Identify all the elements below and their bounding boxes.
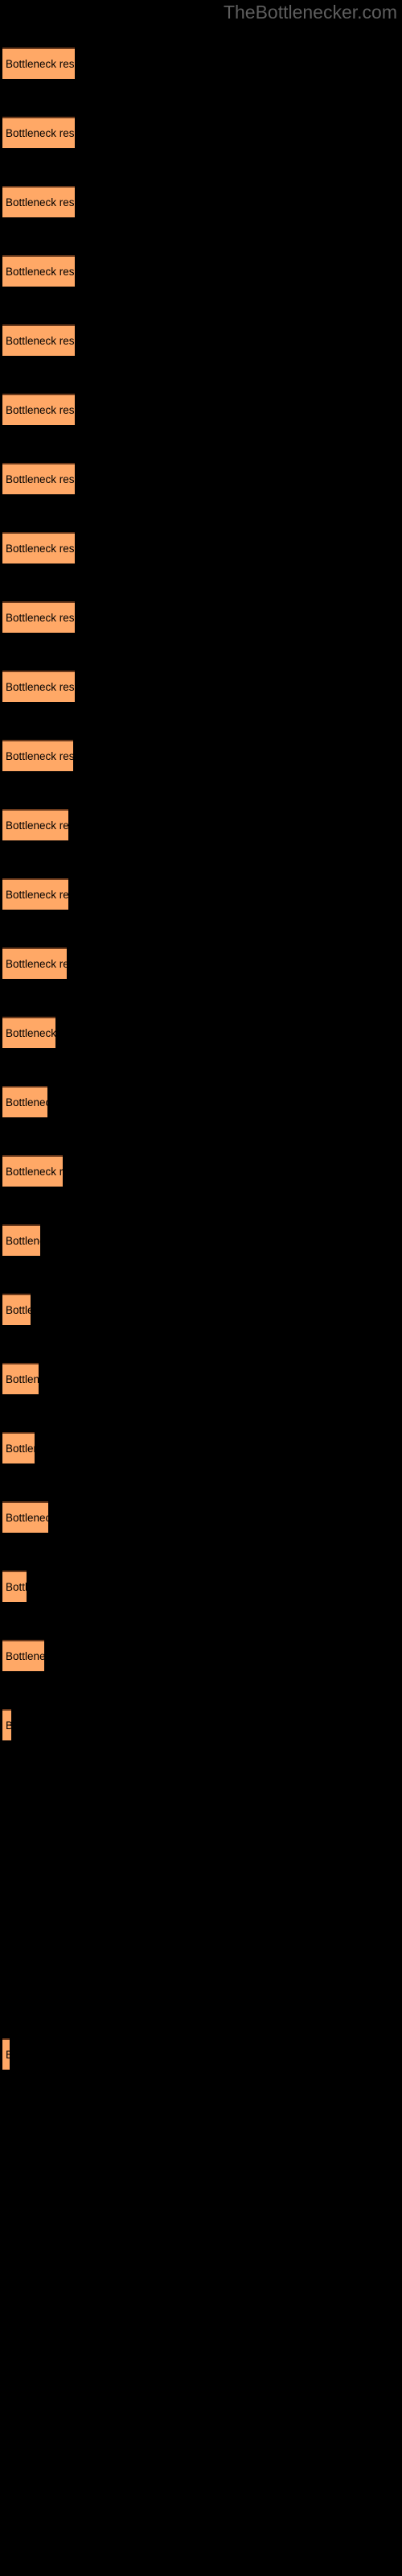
bar-label: Bottleneck result xyxy=(6,1719,11,1732)
bottleneck-chart-root: TheBottlenecker.com Bottleneck resultBot… xyxy=(0,0,402,2576)
bar-22[interactable]: Bottleneck result xyxy=(2,1501,48,1533)
bar-12[interactable]: Bottleneck result xyxy=(2,809,68,840)
bar-label: Bottleneck result xyxy=(6,1165,63,1178)
bar-label: Bottleneck result xyxy=(6,957,67,970)
bar-label: Bottleneck result xyxy=(6,1096,47,1108)
bar-label: Bottleneck result xyxy=(6,1442,35,1455)
bar-label: Bottleneck result xyxy=(6,1373,39,1385)
bar-26[interactable]: Bottleneck result xyxy=(2,2038,10,2070)
bar-label: Bottleneck result xyxy=(6,1511,48,1524)
bar-4[interactable]: Bottleneck result xyxy=(2,255,75,287)
bar-label: Bottleneck result xyxy=(6,403,75,416)
bar-3[interactable]: Bottleneck result xyxy=(2,186,75,217)
bar-17[interactable]: Bottleneck result xyxy=(2,1155,63,1187)
bar-25[interactable]: Bottleneck result xyxy=(2,1709,11,1740)
bar-11[interactable]: Bottleneck result xyxy=(2,740,73,771)
bar-9[interactable]: Bottleneck result xyxy=(2,601,75,633)
bar-8[interactable]: Bottleneck result xyxy=(2,532,75,564)
bar-5[interactable]: Bottleneck result xyxy=(2,324,75,356)
bar-label: Bottleneck result xyxy=(6,680,75,693)
bar-15[interactable]: Bottleneck result xyxy=(2,1017,55,1048)
bar-label: Bottleneck result xyxy=(6,57,75,70)
bar-label: Bottleneck result xyxy=(6,611,75,624)
bar-label: Bottleneck result xyxy=(6,1234,40,1247)
bar-label: Bottleneck result xyxy=(6,1303,31,1316)
bar-label: Bottleneck result xyxy=(6,196,75,208)
bar-21[interactable]: Bottleneck result xyxy=(2,1432,35,1463)
bar-label: Bottleneck result xyxy=(6,749,73,762)
bar-label: Bottleneck result xyxy=(6,126,75,139)
bar-13[interactable]: Bottleneck result xyxy=(2,878,68,910)
bar-6[interactable]: Bottleneck result xyxy=(2,394,75,425)
bar-2[interactable]: Bottleneck result xyxy=(2,117,75,148)
bar-18[interactable]: Bottleneck result xyxy=(2,1224,40,1256)
bar-label: Bottleneck result xyxy=(6,1580,27,1593)
bar-1[interactable]: Bottleneck result xyxy=(2,47,75,79)
bar-label: Bottleneck result xyxy=(6,473,75,485)
bar-23[interactable]: Bottleneck result xyxy=(2,1571,27,1602)
bar-label: Bottleneck result xyxy=(6,1649,44,1662)
bar-label: Bottleneck result xyxy=(6,888,68,901)
bar-label: Bottleneck result xyxy=(6,265,75,278)
bar-label: Bottleneck result xyxy=(6,1026,55,1039)
bar-series-layer: Bottleneck result Bottleneck result Bottle… xyxy=(0,0,402,2576)
bar-label: Bottleneck result xyxy=(6,542,75,555)
bar-14[interactable]: Bottleneck result xyxy=(2,947,67,979)
bar-16[interactable]: Bottleneck result xyxy=(2,1086,47,1117)
bar-label: Bottleneck result xyxy=(6,2049,10,2062)
bar-19[interactable]: Bottleneck result xyxy=(2,1294,31,1325)
bar-label: Bottleneck result xyxy=(6,819,68,832)
bar-7[interactable]: Bottleneck result xyxy=(2,463,75,494)
bar-10[interactable]: Bottleneck result xyxy=(2,671,75,702)
bar-label: Bottleneck result xyxy=(6,334,75,347)
bar-24[interactable]: Bottleneck result xyxy=(2,1640,44,1671)
bar-20[interactable]: Bottleneck result xyxy=(2,1363,39,1394)
